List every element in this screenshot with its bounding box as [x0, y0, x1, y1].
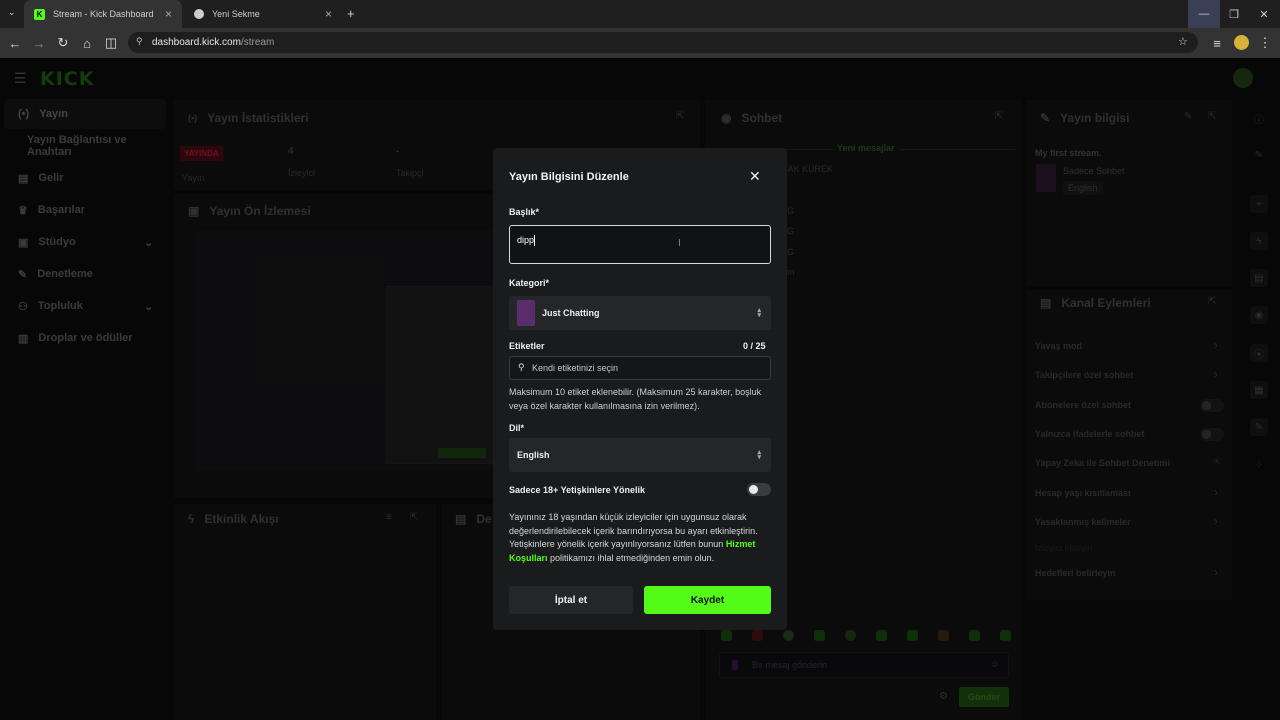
browser-menu-icon[interactable]: ⋮: [1256, 34, 1274, 52]
category-field-label: Kategori*: [509, 278, 550, 288]
title-field-label: Başlık*: [509, 207, 540, 217]
title-input[interactable]: dipp I: [509, 225, 771, 264]
adult-only-label: Sadece 18+ Yetişkinlere Yönelik: [509, 485, 646, 495]
back-arrow-icon[interactable]: ←: [6, 34, 24, 52]
minimize-window-icon[interactable]: —: [1188, 0, 1220, 28]
tags-input-placeholder: Kendi etiketinizi seçin: [532, 363, 619, 373]
tab-title: Stream - Kick Dashboard: [53, 9, 154, 19]
category-select[interactable]: Just Chatting ▴ ▾: [509, 296, 771, 330]
adult-only-toggle[interactable]: [747, 483, 771, 496]
category-select-value: Just Chatting: [542, 308, 600, 318]
modal-title: Yayın Bilgisini Düzenle: [509, 171, 629, 183]
site-info-icon[interactable]: ⚲: [136, 36, 143, 47]
tab-kick-dashboard[interactable]: K Stream - Kick Dashboard ×: [24, 0, 182, 28]
tags-field-label: Etiketler: [509, 341, 545, 351]
home-icon[interactable]: ⌂: [78, 34, 96, 52]
adult-help-part-2: politikamızı ihlal etmediğinden emin olu…: [550, 552, 715, 563]
cancel-button[interactable]: İptal et: [509, 586, 633, 614]
close-icon[interactable]: ✕: [749, 168, 761, 185]
search-icon: ⚲: [518, 362, 525, 372]
bookmark-star-icon[interactable]: ☆: [1178, 35, 1188, 48]
new-tab-plus-icon[interactable]: +: [347, 6, 355, 21]
profile-avatar[interactable]: [1234, 35, 1249, 50]
tab-new-tab[interactable]: Yeni Sekme ×: [184, 0, 342, 28]
close-window-icon[interactable]: ✕: [1248, 0, 1280, 28]
save-button[interactable]: Kaydet: [644, 586, 771, 614]
address-bar[interactable]: ⚲ dashboard.kick.com/stream ☆: [128, 32, 1198, 53]
tab-list-chevron-icon[interactable]: ⌄: [8, 7, 16, 18]
reload-icon[interactable]: ↻: [54, 34, 72, 52]
tab-title: Yeni Sekme: [212, 9, 260, 19]
title-input-value: dipp: [517, 235, 535, 245]
tags-counter: 0 / 25: [743, 341, 766, 351]
split-view-icon[interactable]: ◫: [102, 34, 120, 52]
media-control-icon[interactable]: ≡: [1208, 34, 1226, 52]
forward-arrow-icon[interactable]: →: [30, 34, 48, 52]
kick-favicon-icon: K: [34, 8, 45, 20]
adult-help-text: Yayınınız 18 yaşından küçük izleyiciler …: [509, 511, 773, 565]
text-cursor-icon: I: [678, 238, 681, 249]
text-caret: [534, 235, 536, 247]
just-chatting-thumbnail: [517, 300, 535, 326]
close-tab-icon[interactable]: ×: [165, 7, 172, 21]
language-select[interactable]: English ▴ ▾: [509, 438, 771, 472]
url-path: /stream: [240, 37, 275, 48]
tags-help-text: Maksimum 10 etiket eklenebilir. (Maksimu…: [509, 387, 762, 411]
select-chevron-icon: ▴ ▾: [757, 449, 761, 461]
language-select-value: English: [517, 450, 550, 460]
close-tab-icon[interactable]: ×: [325, 7, 332, 21]
restore-window-icon[interactable]: ❐: [1218, 0, 1250, 28]
edit-stream-info-modal: Yayın Bilgisini Düzenle ✕ Başlık* dipp I…: [493, 148, 787, 630]
url-domain: dashboard.kick.com: [152, 37, 241, 48]
tags-input[interactable]: ⚲ Kendi etiketinizi seçin: [509, 356, 771, 380]
adult-help-part-1: Yayınınız 18 yaşından küçük izleyiciler …: [509, 512, 758, 549]
language-field-label: Dil*: [509, 423, 525, 433]
chrome-favicon-icon: [194, 9, 204, 19]
select-chevron-icon: ▴ ▾: [757, 307, 761, 319]
